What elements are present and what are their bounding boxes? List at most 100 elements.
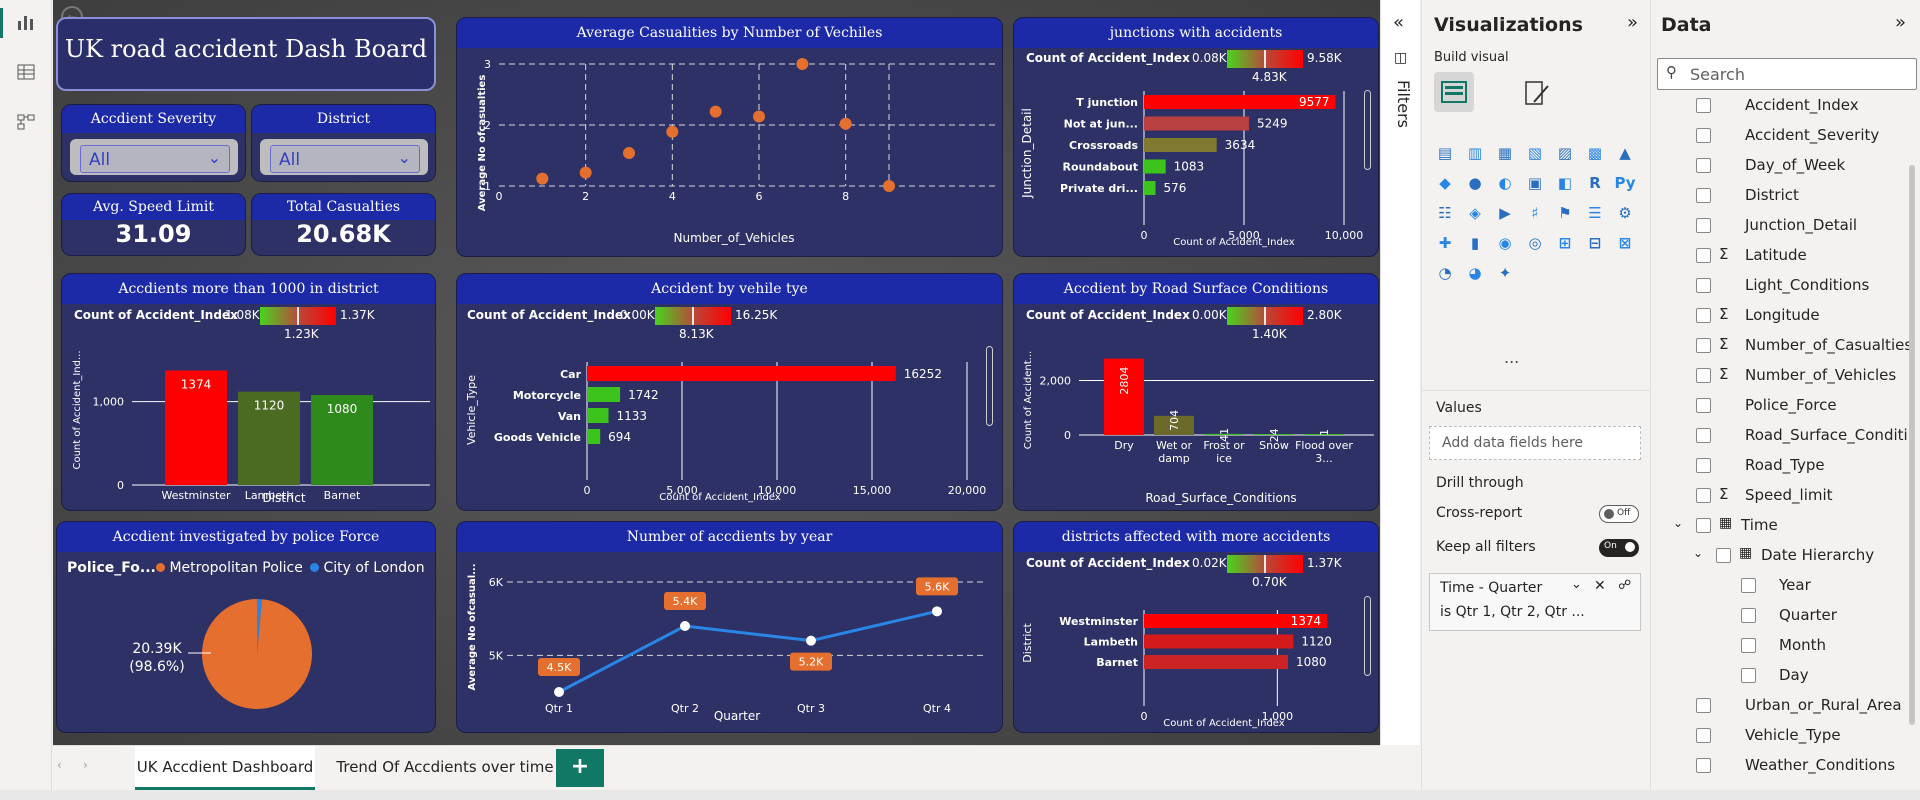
- line-column-visual-icon[interactable]: ◐: [1492, 170, 1518, 196]
- surface-card[interactable]: Accdient by Road Surface Conditions Coun…: [1013, 273, 1379, 511]
- filter-card[interactable]: Time - Quarter ⌄ ✕ ☍ is Qtr 1, Qtr 2, Qt…: [1429, 573, 1641, 631]
- da-scrollbar[interactable]: [1364, 596, 1371, 676]
- card-visual-icon[interactable]: ✚: [1432, 230, 1458, 256]
- field-checkbox[interactable]: [1696, 218, 1711, 233]
- slicer-district[interactable]: District All ⌄: [251, 104, 436, 182]
- line-visual-icon[interactable]: ▲: [1612, 140, 1638, 166]
- field-checkbox[interactable]: [1696, 518, 1711, 533]
- field-checkbox[interactable]: [1696, 428, 1711, 443]
- field-checkbox[interactable]: [1696, 458, 1711, 473]
- prev-page-icon[interactable]: ‹: [57, 758, 62, 772]
- filled-map-visual-icon[interactable]: ☰: [1582, 200, 1608, 226]
- field-checkbox[interactable]: [1696, 488, 1711, 503]
- chevron-down-icon[interactable]: ⌄: [1693, 546, 1703, 560]
- field-row[interactable]: Light_Conditions: [1651, 272, 1913, 300]
- expand-right-icon[interactable]: »: [1627, 12, 1638, 33]
- field-checkbox[interactable]: [1696, 158, 1711, 173]
- junctions-scrollbar[interactable]: [1364, 90, 1371, 170]
- district-bars-card[interactable]: Accdients more than 1000 in district Cou…: [61, 273, 436, 511]
- field-row[interactable]: Day: [1651, 662, 1913, 690]
- map-visual-icon[interactable]: ⚑: [1552, 200, 1578, 226]
- line-clustered-visual-icon[interactable]: ▣: [1522, 170, 1548, 196]
- multi-row-card-visual-icon[interactable]: ▮: [1462, 230, 1488, 256]
- next-page-icon[interactable]: ›: [83, 758, 88, 772]
- field-row[interactable]: Road_Type: [1651, 452, 1913, 480]
- field-row[interactable]: Σ Number_of_Casualties: [1651, 332, 1913, 360]
- python-visual-visual-icon[interactable]: ◔: [1432, 260, 1458, 286]
- close-icon[interactable]: ✕: [1594, 578, 1606, 594]
- field-checkbox[interactable]: [1696, 728, 1711, 743]
- search-input[interactable]: ⚲ Search: [1657, 58, 1917, 90]
- stacked-area-visual-icon[interactable]: ●: [1462, 170, 1488, 196]
- ribbon-visual-icon[interactable]: ◧: [1552, 170, 1578, 196]
- field-checkbox[interactable]: [1716, 548, 1731, 563]
- field-row[interactable]: Weather_Conditions: [1651, 752, 1913, 780]
- field-row[interactable]: Σ Speed_limit: [1651, 482, 1913, 510]
- field-row[interactable]: Police_Force: [1651, 392, 1913, 420]
- field-checkbox[interactable]: [1696, 248, 1711, 263]
- lock-icon[interactable]: ☍: [1618, 578, 1631, 593]
- field-row[interactable]: Urban_or_Rural_Area: [1651, 692, 1913, 720]
- report-view-icon[interactable]: [14, 12, 38, 36]
- field-row[interactable]: Σ Latitude: [1651, 242, 1913, 270]
- field-row[interactable]: Vehicle_Type: [1651, 722, 1913, 750]
- field-row[interactable]: Day_of_Week: [1651, 152, 1913, 180]
- field-checkbox[interactable]: [1741, 608, 1756, 623]
- add-page-button[interactable]: +: [556, 749, 604, 787]
- field-row[interactable]: Σ Number_of_Vehicles: [1651, 362, 1913, 390]
- treemap-visual-icon[interactable]: ♯: [1522, 200, 1548, 226]
- gauge-visual-icon[interactable]: ⚙: [1612, 200, 1638, 226]
- 100-column-visual-icon[interactable]: ▩: [1582, 140, 1608, 166]
- field-checkbox[interactable]: [1741, 638, 1756, 653]
- field-row[interactable]: ⌄ ▦ Date Hierarchy: [1651, 542, 1913, 570]
- field-checkbox[interactable]: [1696, 398, 1711, 413]
- field-row[interactable]: Year: [1651, 572, 1913, 600]
- stacked-bar-visual-icon[interactable]: ▤: [1432, 140, 1458, 166]
- collapse-left-icon[interactable]: «: [1393, 12, 1404, 33]
- cross-report-toggle[interactable]: Off: [1599, 505, 1639, 523]
- field-checkbox[interactable]: [1696, 758, 1711, 773]
- model-view-icon[interactable]: [14, 112, 38, 136]
- slicer-severity-dropdown[interactable]: All ⌄: [70, 139, 238, 175]
- field-row[interactable]: Accident_Index: [1651, 92, 1913, 120]
- decomposition-visual-icon[interactable]: ✦: [1492, 260, 1518, 286]
- tab-trend[interactable]: Trend Of Accdients over time: [325, 746, 565, 790]
- donut-visual-icon[interactable]: ▶: [1492, 200, 1518, 226]
- slicer-visual-icon[interactable]: ◎: [1522, 230, 1548, 256]
- field-row[interactable]: Quarter: [1651, 602, 1913, 630]
- slicer-severity[interactable]: Accdient Severity All ⌄: [61, 104, 246, 182]
- field-checkbox[interactable]: [1696, 98, 1711, 113]
- field-row[interactable]: ⌄ ▦ Time: [1651, 512, 1913, 540]
- filters-label[interactable]: Filters: [1389, 80, 1413, 128]
- field-checkbox[interactable]: [1696, 308, 1711, 323]
- field-checkbox[interactable]: [1741, 578, 1756, 593]
- filters-pane-collapsed[interactable]: « ◫ Filters: [1380, 0, 1420, 745]
- waterfall-visual-icon[interactable]: R: [1582, 170, 1608, 196]
- keep-filters-toggle[interactable]: On: [1599, 539, 1639, 557]
- matrix-visual-icon[interactable]: ⊟: [1582, 230, 1608, 256]
- police-card[interactable]: Accdient investigated by police Force Po…: [56, 521, 436, 733]
- chevron-down-icon[interactable]: ⌄: [1673, 516, 1683, 530]
- vehicle-card[interactable]: Accident by vehile tye Count of Accident…: [456, 273, 1003, 511]
- pie-visual-icon[interactable]: ◈: [1462, 200, 1488, 226]
- data-pane-scrollbar[interactable]: [1909, 165, 1915, 725]
- clustered-bar-visual-icon[interactable]: ▦: [1492, 140, 1518, 166]
- values-drop-zone[interactable]: Add data fields here: [1429, 426, 1641, 460]
- field-checkbox[interactable]: [1696, 188, 1711, 203]
- slicer-district-dropdown[interactable]: All ⌄: [260, 139, 428, 175]
- more-visuals-icon[interactable]: ...: [1504, 348, 1519, 367]
- build-visual-button[interactable]: [1434, 72, 1474, 112]
- kpi-visual-icon[interactable]: ◉: [1492, 230, 1518, 256]
- funnel-visual-icon[interactable]: Py: [1612, 170, 1638, 196]
- clustered-column-visual-icon[interactable]: ▧: [1522, 140, 1548, 166]
- stacked-column-visual-icon[interactable]: ▥: [1462, 140, 1488, 166]
- field-checkbox[interactable]: [1741, 668, 1756, 683]
- r-visual-visual-icon[interactable]: ⊠: [1612, 230, 1638, 256]
- table-visual-icon[interactable]: ⊞: [1552, 230, 1578, 256]
- field-checkbox[interactable]: [1696, 278, 1711, 293]
- chevron-down-icon[interactable]: ⌄: [1571, 577, 1582, 592]
- field-checkbox[interactable]: [1696, 338, 1711, 353]
- area-visual-icon[interactable]: ◆: [1432, 170, 1458, 196]
- vehicle-scrollbar[interactable]: [986, 346, 993, 426]
- table-view-icon[interactable]: [14, 62, 38, 86]
